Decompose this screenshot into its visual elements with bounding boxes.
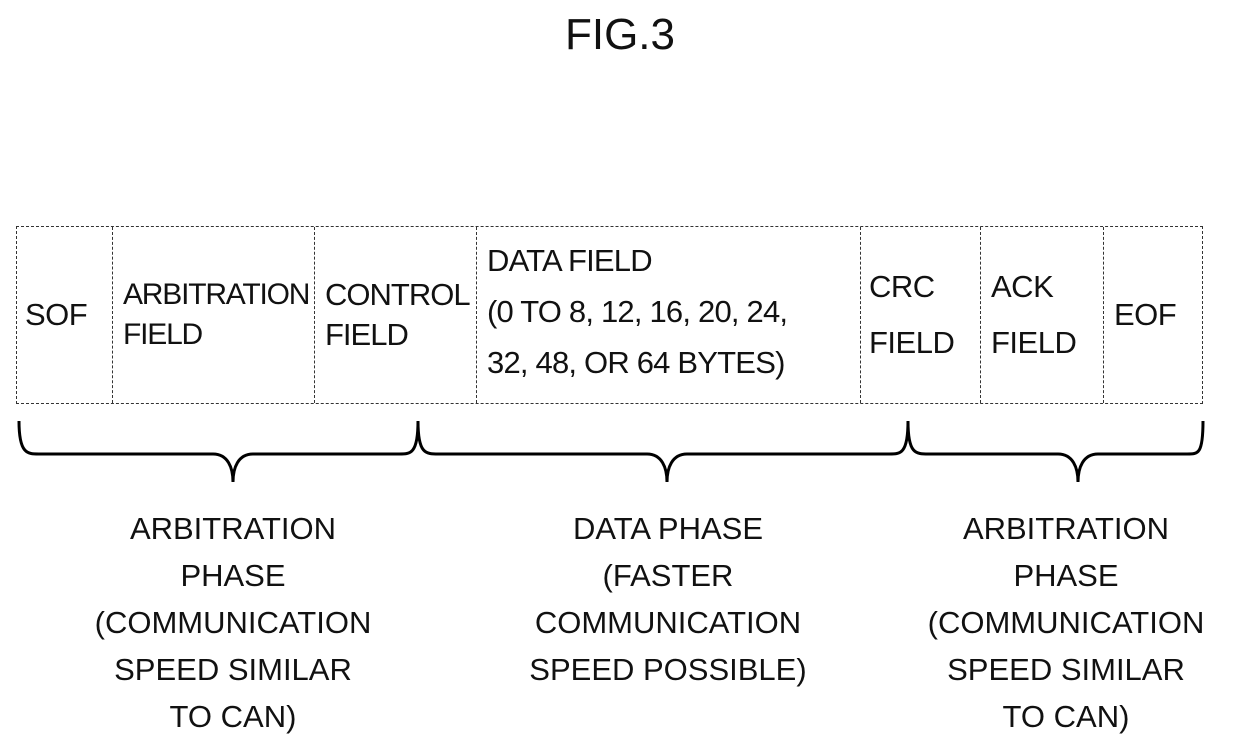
phase-arbitration-2: ARBITRATION PHASE (COMMUNICATION SPEED S…	[927, 511, 1205, 734]
brace-data	[416, 420, 910, 483]
brace-arbitration-1	[17, 420, 420, 483]
brace-arbitration-2	[906, 420, 1205, 483]
phase-arbitration-1: ARBITRATION PHASE (COMMUNICATION SPEED S…	[94, 511, 372, 734]
phase-data: DATA PHASE (FASTER COMMUNICATION SPEED P…	[529, 511, 807, 687]
